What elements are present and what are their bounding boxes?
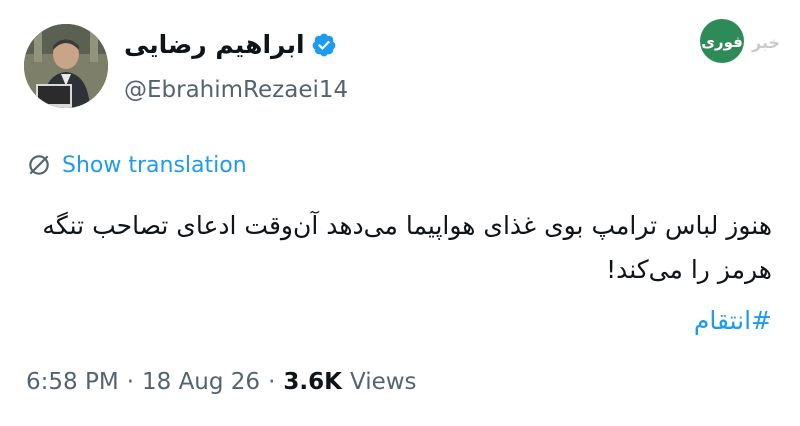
meta-separator: · [268,369,276,395]
tweet-date[interactable]: 18 Aug 26 [142,369,260,395]
tweet-text: هنوز لباس ترامپ بوی غذای هواپیما می‌دهد … [42,211,772,284]
show-translation-label: Show translation [62,152,247,178]
views-count[interactable]: 3.6K [283,369,342,395]
verified-badge-icon [312,33,335,56]
watermark-logo: فوری خبر [686,14,786,68]
tweet-meta: 6:58 PM · 18 Aug 26 · 3.6K Views [26,369,417,395]
translate-off-icon [29,155,49,175]
views-label: Views [349,369,417,395]
tweet-time[interactable]: 6:58 PM [26,369,119,395]
avatar-image [24,24,108,108]
hashtag-link[interactable]: #انتقام [694,306,772,335]
user-handle[interactable]: @EbrahimRezaei14 [124,77,348,103]
show-translation-link[interactable]: Show translation [26,152,247,178]
display-name-row[interactable]: ابراهیم رضایی [124,30,337,59]
watermark-logo-icon: فوری خبر [700,19,780,63]
meta-separator: · [126,369,134,395]
svg-text:خبر: خبر [751,33,780,52]
avatar[interactable] [24,24,108,108]
svg-text:فوری: فوری [701,33,743,51]
display-name: ابراهیم رضایی [124,30,305,59]
